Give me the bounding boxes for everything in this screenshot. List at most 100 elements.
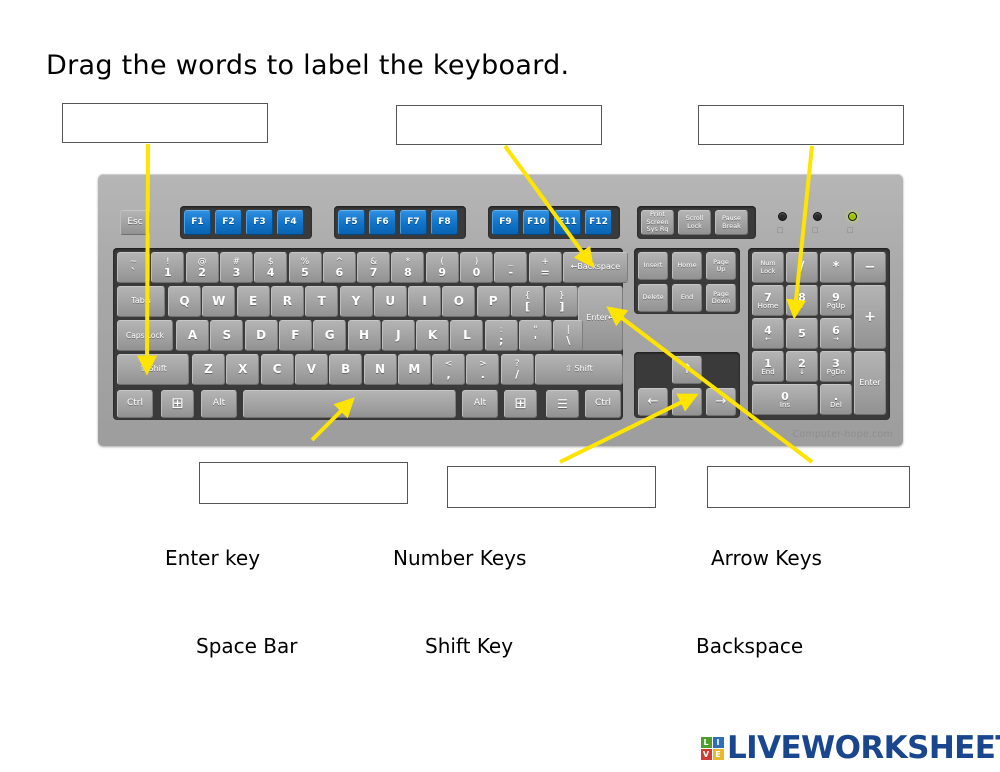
- key-caps-lock[interactable]: Caps Lock: [117, 320, 173, 351]
- key-menu[interactable]: ☰: [546, 390, 579, 418]
- key-a[interactable]: A: [176, 320, 209, 351]
- key-f8[interactable]: F8: [431, 210, 458, 235]
- key-6[interactable]: ^ 6: [322, 252, 356, 283]
- key-ctrl-right[interactable]: Ctrl: [585, 390, 621, 418]
- key-numpad-1[interactable]: 1 End: [752, 351, 784, 382]
- key-e[interactable]: E: [236, 286, 270, 317]
- key-5[interactable]: % 5: [288, 252, 322, 283]
- key-period[interactable]: >.: [466, 354, 500, 385]
- key-shift-left[interactable]: ⇧ Shift: [117, 354, 189, 385]
- key-quote[interactable]: " ': [519, 320, 552, 351]
- key-g[interactable]: G: [313, 320, 347, 351]
- key-f2[interactable]: F2: [215, 210, 242, 235]
- key-f11[interactable]: F11: [554, 210, 581, 235]
- dropbox-bottom-mid[interactable]: [447, 466, 656, 508]
- key-numpad-9[interactable]: 9 PgUp: [820, 285, 852, 316]
- key-pause-break[interactable]: Pause Break: [715, 210, 748, 235]
- key-backspace[interactable]: ←Backspace: [562, 252, 628, 283]
- key-numpad-7[interactable]: 7 Home: [752, 285, 784, 316]
- key-7[interactable]: & 7: [357, 252, 391, 283]
- key-tab[interactable]: Tab ⇆: [117, 286, 165, 317]
- draggable-word-shift-key[interactable]: Shift Key: [425, 634, 513, 658]
- key-numpad-3[interactable]: 3 PgDn: [820, 351, 852, 382]
- key-print-screen[interactable]: Print Screen Sys Rq: [641, 210, 674, 235]
- key-minus[interactable]: _ -: [494, 252, 528, 283]
- key-comma[interactable]: <,: [432, 354, 466, 385]
- key-end[interactable]: End: [672, 284, 702, 312]
- key-i[interactable]: I: [408, 286, 442, 317]
- draggable-word-space-bar[interactable]: Space Bar: [196, 634, 298, 658]
- key-j[interactable]: J: [381, 320, 415, 351]
- key-m[interactable]: M: [397, 354, 431, 385]
- key-numpad-plus[interactable]: +: [854, 285, 886, 349]
- key-f5[interactable]: F5: [338, 210, 365, 235]
- key-numpad-divide[interactable]: /: [786, 252, 818, 283]
- key-delete[interactable]: Delete: [638, 284, 668, 312]
- key-f12[interactable]: F12: [585, 210, 612, 235]
- key-1[interactable]: ! 1: [151, 252, 185, 283]
- dropbox-top-right[interactable]: [698, 105, 904, 145]
- key-f3[interactable]: F3: [246, 210, 273, 235]
- key-backslash[interactable]: | \: [553, 320, 584, 351]
- key-home[interactable]: Home: [672, 252, 702, 280]
- dropbox-bottom-right[interactable]: [707, 466, 910, 508]
- key-9[interactable]: (9: [425, 252, 459, 283]
- key-esc[interactable]: Esc: [120, 210, 150, 235]
- key-equals[interactable]: + =: [528, 252, 562, 283]
- key-windows-right[interactable]: ⊞: [504, 390, 537, 418]
- key-f7[interactable]: F7: [400, 210, 427, 235]
- draggable-word-backspace[interactable]: Backspace: [696, 634, 803, 658]
- key-o[interactable]: O: [442, 286, 476, 317]
- key-f[interactable]: F: [278, 320, 312, 351]
- key-numpad-4[interactable]: 4 ←: [752, 318, 784, 349]
- key-num-lock[interactable]: Num Lock: [752, 252, 784, 283]
- key-z[interactable]: Z: [192, 354, 225, 385]
- draggable-word-enter-key[interactable]: Enter key: [165, 546, 260, 570]
- key-v[interactable]: V: [294, 354, 328, 385]
- key-alt-left[interactable]: Alt: [201, 390, 237, 418]
- key-b[interactable]: B: [329, 354, 363, 385]
- dropbox-bottom-left[interactable]: [199, 462, 408, 504]
- key-shift-right[interactable]: ⇧ Shift: [535, 354, 623, 385]
- key-h[interactable]: H: [347, 320, 381, 351]
- key-arrow-left[interactable]: ←: [638, 388, 668, 416]
- key-y[interactable]: Y: [339, 286, 373, 317]
- dropbox-top-mid[interactable]: [396, 105, 602, 145]
- key-0[interactable]: ) 0: [460, 252, 493, 283]
- key-numpad-minus[interactable]: −: [854, 252, 886, 283]
- key-d[interactable]: D: [244, 320, 278, 351]
- key-f9[interactable]: F9: [492, 210, 519, 235]
- key-slash[interactable]: ? /: [500, 354, 534, 385]
- key-insert[interactable]: Insert: [638, 252, 668, 280]
- key-arrow-down[interactable]: ↓: [672, 388, 702, 416]
- key-numpad-multiply[interactable]: *: [820, 252, 852, 283]
- key-backtick[interactable]: ~ `: [117, 252, 150, 283]
- key-arrow-right[interactable]: →: [706, 388, 736, 416]
- key-bracket-left[interactable]: {[: [511, 286, 544, 317]
- key-f10[interactable]: F10: [523, 210, 550, 235]
- key-page-up[interactable]: Page Up: [706, 252, 736, 280]
- key-3[interactable]: #3: [219, 252, 253, 283]
- key-alt-right[interactable]: Alt: [462, 390, 498, 418]
- key-windows-left[interactable]: ⊞: [161, 390, 194, 418]
- key-f1[interactable]: F1: [184, 210, 211, 235]
- key-w[interactable]: W: [202, 286, 236, 317]
- key-numpad-6[interactable]: 6 →: [820, 318, 852, 349]
- key-l[interactable]: L: [450, 320, 484, 351]
- key-numpad-2[interactable]: 2 ↓: [786, 351, 818, 382]
- key-r[interactable]: R: [270, 286, 304, 317]
- key-numpad-decimal[interactable]: . Del: [820, 384, 852, 415]
- key-f4[interactable]: F4: [277, 210, 304, 235]
- key-bracket-right[interactable]: }]: [545, 286, 579, 317]
- key-n[interactable]: N: [363, 354, 397, 385]
- key-c[interactable]: C: [260, 354, 294, 385]
- key-arrow-up[interactable]: ↑: [672, 356, 702, 384]
- key-semicolon[interactable]: :;: [484, 320, 518, 351]
- key-4[interactable]: $4: [254, 252, 288, 283]
- key-ctrl-left[interactable]: Ctrl: [117, 390, 153, 418]
- key-u[interactable]: U: [373, 286, 407, 317]
- key-page-down[interactable]: Page Down: [706, 284, 736, 312]
- dropbox-top-left[interactable]: [62, 103, 268, 143]
- key-s[interactable]: S: [210, 320, 244, 351]
- key-q[interactable]: Q: [168, 286, 201, 317]
